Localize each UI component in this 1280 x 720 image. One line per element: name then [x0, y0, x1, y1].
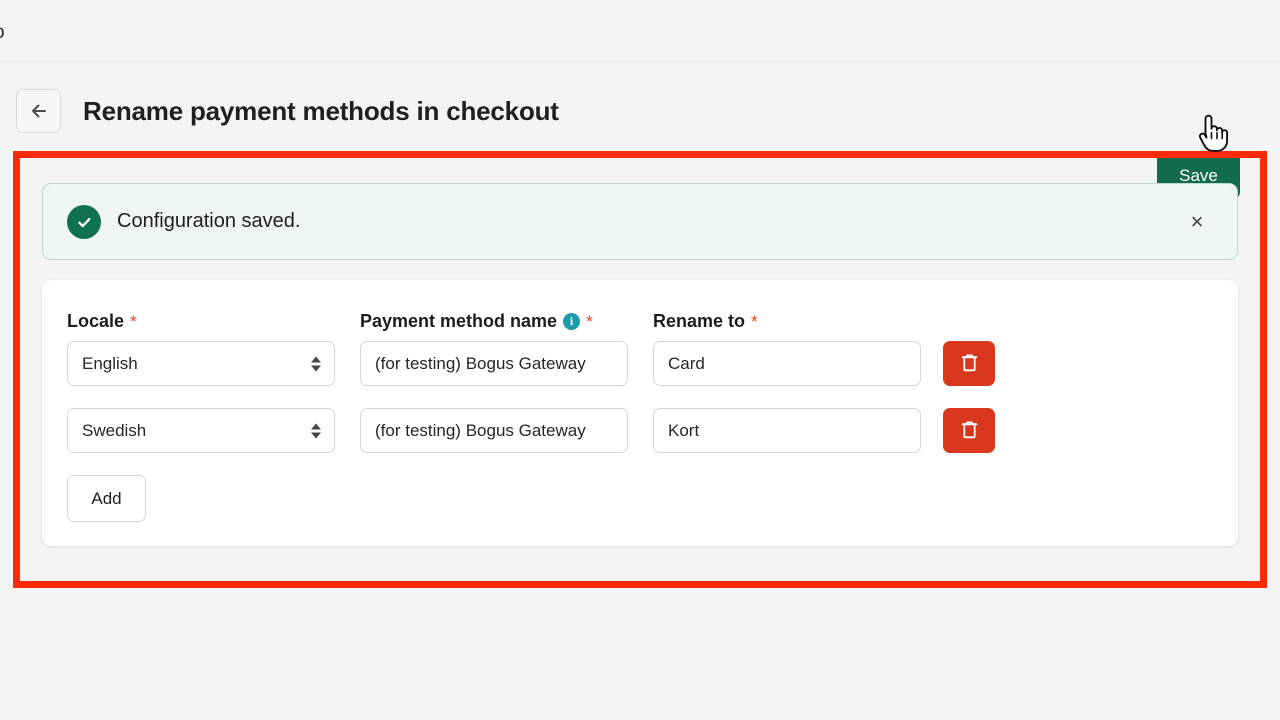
table-row	[67, 341, 335, 386]
payment-method-name-input[interactable]	[360, 341, 628, 386]
payment-method-name-cell	[360, 408, 628, 453]
banner-message: Configuration saved.	[117, 210, 301, 232]
locale-select[interactable]	[67, 408, 335, 453]
locale-select-wrapper[interactable]	[67, 408, 335, 453]
delete-cell	[943, 341, 995, 386]
page-title: Rename payment methods in checkout	[83, 96, 559, 126]
locale-label: Locale	[67, 311, 125, 331]
check-circle-icon	[67, 205, 101, 239]
success-banner: Configuration saved. ×	[42, 183, 1238, 260]
delete-cell	[943, 408, 995, 453]
locale-select[interactable]	[67, 341, 335, 386]
table-row	[67, 408, 335, 453]
rename-to-input[interactable]	[653, 408, 921, 453]
payment-method-name-cell	[360, 341, 628, 386]
column-header-payment-method-name: Payment method name i *	[360, 311, 628, 332]
top-strip-truncated-text: o	[0, 22, 5, 44]
payment-method-name-label: Payment method name	[360, 311, 558, 331]
top-strip: o	[0, 0, 1280, 62]
arrow-left-icon	[28, 100, 50, 122]
back-button[interactable]	[16, 89, 61, 133]
required-asterisk: *	[751, 311, 758, 331]
rename-to-input[interactable]	[653, 341, 921, 386]
payment-method-name-input[interactable]	[360, 408, 628, 453]
rename-to-cell	[653, 408, 921, 453]
rename-to-cell	[653, 341, 921, 386]
column-header-rename-to: Rename to *	[653, 311, 921, 332]
info-icon[interactable]: i	[563, 313, 581, 330]
column-header-locale: Locale *	[67, 311, 335, 332]
required-asterisk: *	[586, 311, 593, 331]
required-asterisk: *	[130, 311, 137, 331]
delete-row-button[interactable]	[943, 408, 995, 453]
page-header: Rename payment methods in checkout Save	[0, 63, 1280, 199]
close-icon[interactable]: ×	[1177, 202, 1217, 242]
delete-row-button[interactable]	[943, 341, 995, 386]
app-root: o Rename payment methods in checkout Sav…	[0, 0, 1280, 720]
add-row-button[interactable]: Add	[67, 475, 146, 522]
trash-icon	[960, 419, 979, 443]
trash-icon	[960, 352, 979, 376]
rename-to-label: Rename to	[653, 311, 746, 331]
locale-select-wrapper[interactable]	[67, 341, 335, 386]
rename-rules-card: Locale * Payment method name i * Rename …	[42, 280, 1238, 546]
